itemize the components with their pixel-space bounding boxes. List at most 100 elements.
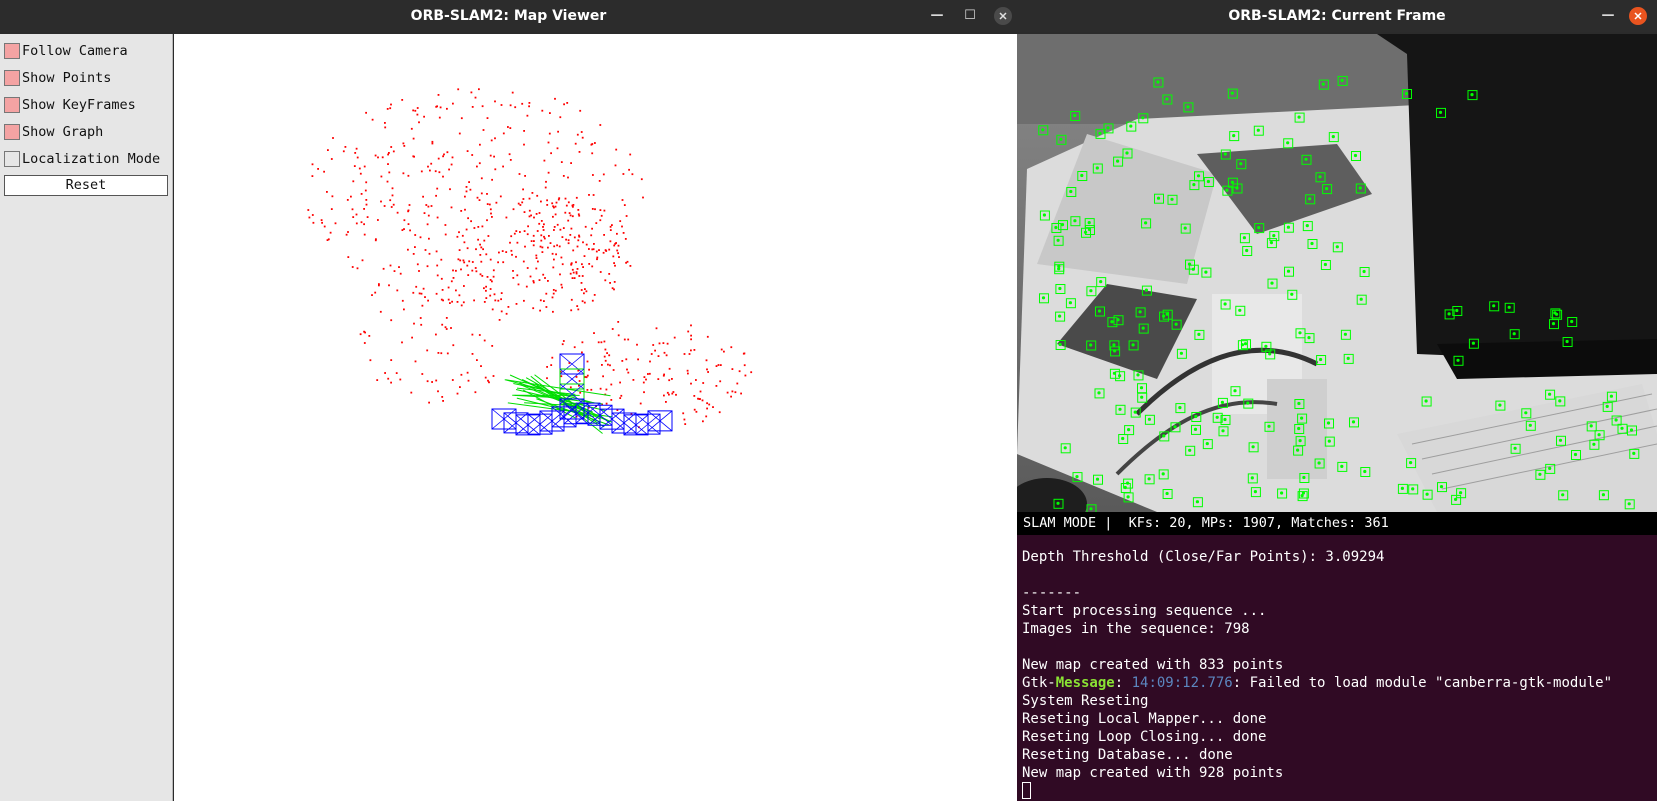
map-point: [401, 229, 404, 231]
terminal-output[interactable]: Depth Threshold (Close/Far Points): 3.09…: [1017, 535, 1657, 801]
maximize-icon[interactable]: ☐: [959, 0, 981, 32]
map-point: [569, 272, 572, 275]
map-point: [570, 298, 573, 301]
map-point: [396, 289, 399, 292]
camera-scene: [1017, 34, 1657, 512]
feature-point: [1597, 433, 1601, 437]
map-point: [437, 157, 440, 160]
map-point: [476, 359, 478, 361]
map-point: [543, 223, 545, 226]
show-graph-checkbox[interactable]: [4, 124, 20, 140]
feature-point: [1298, 331, 1302, 335]
map-point: [546, 377, 548, 380]
map-point: [665, 354, 668, 357]
feature-point: [1456, 358, 1460, 362]
show-keyframes-checkbox[interactable]: [4, 97, 20, 113]
map-point: [402, 142, 405, 145]
feature-point: [1238, 308, 1242, 312]
map-point: [623, 338, 626, 341]
map-point: [459, 386, 461, 388]
map-point: [553, 245, 556, 248]
map-point: [629, 265, 632, 267]
minimize-icon[interactable]: —: [926, 0, 948, 32]
close-icon[interactable]: [994, 7, 1012, 25]
follow-camera-checkbox[interactable]: [4, 43, 20, 59]
map-point: [591, 143, 594, 145]
map-point: [599, 209, 602, 211]
map-point: [550, 364, 553, 366]
map-point: [528, 209, 531, 212]
map-point: [559, 228, 562, 231]
map-point: [382, 267, 385, 270]
show-keyframes-option[interactable]: Show KeyFrames: [4, 94, 172, 116]
map-point: [588, 263, 591, 265]
map-3d-canvas[interactable]: [174, 34, 1017, 801]
map-point: [474, 391, 477, 394]
map-point: [541, 251, 544, 253]
map-point: [346, 199, 349, 201]
map-point: [464, 208, 466, 211]
map-point: [706, 335, 709, 338]
map-point: [390, 359, 393, 361]
map-point: [489, 294, 492, 297]
map-point: [387, 153, 389, 156]
map-point: [657, 378, 660, 380]
current-frame-titlebar[interactable]: ORB-SLAM2: Current Frame —: [1017, 0, 1657, 32]
map-point: [482, 248, 484, 251]
map-point: [632, 379, 635, 381]
feature-point: [1424, 399, 1428, 403]
feature-point: [1256, 128, 1260, 132]
map-point: [668, 393, 670, 396]
localization-mode-option[interactable]: Localization Mode: [4, 148, 172, 170]
feature-point: [1400, 486, 1404, 490]
feature-point: [1112, 371, 1116, 375]
map-point: [743, 352, 746, 355]
map-point: [512, 270, 514, 272]
show-graph-option[interactable]: Show Graph: [4, 121, 172, 143]
map-point: [573, 236, 576, 239]
show-points-checkbox[interactable]: [4, 70, 20, 86]
map-viewer-titlebar[interactable]: ORB-SLAM2: Map Viewer — ☐: [0, 0, 1017, 32]
map-point: [401, 99, 404, 101]
map-point: [609, 240, 612, 243]
localization-mode-checkbox[interactable]: [4, 151, 20, 167]
map-point: [403, 308, 405, 311]
map-point: [610, 383, 613, 386]
map-point: [452, 102, 454, 105]
map-point: [412, 155, 415, 158]
map-point: [483, 239, 486, 242]
map-point: [361, 259, 364, 262]
close-icon[interactable]: [1629, 7, 1647, 25]
map-point: [553, 229, 555, 231]
map-point: [567, 176, 569, 179]
map-point: [619, 381, 621, 384]
follow-camera-option[interactable]: Follow Camera: [4, 40, 172, 62]
show-points-option[interactable]: Show Points: [4, 67, 172, 89]
map-point: [492, 269, 495, 272]
map-point: [637, 358, 639, 361]
map-point: [535, 267, 538, 270]
map-point: [618, 256, 620, 258]
reset-button[interactable]: Reset: [4, 175, 168, 196]
map-point: [487, 379, 489, 382]
minimize-icon[interactable]: —: [1597, 0, 1619, 32]
map-point: [572, 271, 575, 274]
map-point: [586, 389, 589, 391]
map-point: [474, 96, 477, 99]
map-point: [603, 209, 606, 212]
feature-point: [1340, 78, 1344, 82]
map-point: [486, 219, 488, 222]
map-point: [384, 122, 386, 124]
map-point: [467, 274, 470, 276]
feature-point: [1455, 308, 1459, 313]
map-point: [426, 223, 429, 226]
map-point: [652, 344, 655, 346]
map-point: [562, 340, 565, 342]
feature-point: [1353, 153, 1358, 158]
map-point: [524, 245, 526, 248]
map-point: [526, 267, 529, 269]
map-point: [487, 235, 490, 237]
map-point: [672, 391, 675, 393]
map-point: [571, 215, 574, 218]
feature-point: [1089, 343, 1093, 347]
